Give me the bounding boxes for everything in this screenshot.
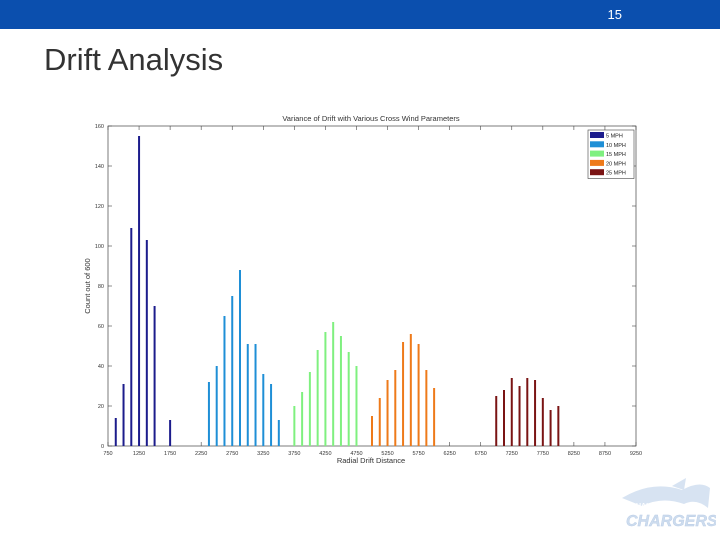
bar-series-2 [207,382,210,446]
x-tick-label: 4750 [350,451,362,457]
bar-series-3 [355,366,358,446]
bar-series-2 [246,344,249,446]
y-tick-label: 20 [98,404,104,410]
legend-swatch [590,141,604,148]
bar-series-3 [347,352,350,446]
bar-series-3 [324,332,327,446]
legend-swatch [590,169,604,176]
x-tick-label: 2750 [226,451,238,457]
x-tick-label: 5250 [381,451,393,457]
bar-series-2 [223,316,226,446]
drift-chart: Variance of Drift with Various Cross Win… [83,114,642,465]
bar-series-2 [215,366,218,446]
legend-label: 25 MPH [606,171,626,177]
x-tick-label: 2250 [195,451,207,457]
bar-series-5 [549,410,552,446]
bar-series-5 [557,406,560,446]
x-tick-label: 5750 [412,451,424,457]
bar-series-4 [417,344,420,446]
bar-series-5 [534,380,537,446]
x-tick-label: 6250 [444,451,456,457]
x-tick-label: 9250 [630,451,642,457]
x-tick-label: 1250 [133,451,145,457]
y-tick-label: 60 [98,324,104,330]
bar-series-4 [378,398,381,446]
bar-series-4 [425,370,428,446]
y-tick-label: 80 [98,284,104,290]
x-tick-label: 6750 [475,451,487,457]
bar-series-5 [526,378,529,446]
bar-series-3 [293,406,296,446]
bar-series-5 [510,378,513,446]
y-tick-label: 140 [95,164,104,170]
x-tick-label: 8750 [599,451,611,457]
bar-series-5 [541,398,544,446]
x-tick-label: 1750 [164,451,176,457]
bar-series-1 [138,136,141,446]
legend-label: 5 MPH [606,134,623,140]
bar-series-1 [122,384,125,446]
chargers-logo: UAH CHARGERS [622,478,716,530]
bar-series-3 [308,372,311,446]
bar-series-1 [145,240,148,446]
bar-series-4 [394,370,397,446]
x-tick-label: 3250 [257,451,269,457]
x-tick-label: 4250 [319,451,331,457]
bar-series-5 [495,396,498,446]
x-tick-label: 7750 [537,451,549,457]
bar-series-2 [231,296,234,446]
bar-series-5 [518,386,521,446]
bar-series-2 [239,270,241,446]
legend-swatch [590,150,604,157]
x-tick-label: 3750 [288,451,300,457]
y-tick-label: 160 [95,124,104,130]
x-tick-label: 7250 [506,451,518,457]
legend-swatch [590,159,604,166]
x-tick-label: 750 [103,451,112,457]
y-tick-label: 0 [101,444,104,450]
bar-series-4 [371,416,373,446]
bar-series-4 [402,342,405,446]
legend-label: 20 MPH [606,161,626,167]
bar-series-1 [130,228,133,446]
bar-series-4 [386,380,389,446]
bar-series-3 [316,350,319,446]
y-tick-label: 120 [95,204,104,210]
bar-series-3 [332,322,335,446]
legend-label: 15 MPH [606,152,626,158]
bar-series-3 [301,392,304,446]
bar-series-1 [153,306,156,446]
y-axis-label: Count out of 600 [83,258,92,313]
x-tick-label: 8250 [568,451,580,457]
y-tick-label: 100 [95,244,104,250]
chart-title: Variance of Drift with Various Cross Win… [282,114,460,123]
legend-swatch [590,132,604,138]
bar-series-2 [270,384,273,446]
bar-series-2 [262,374,265,446]
legend-label: 10 MPH [606,143,626,149]
y-tick-label: 40 [98,364,104,370]
bar-series-4 [433,388,436,446]
logo-wordmark: CHARGERS [626,513,716,530]
logo-small-text: UAH [636,503,651,510]
bar-series-3 [339,336,342,446]
bar-series-2 [254,344,257,446]
bar-series-1 [114,418,117,446]
plot-frame [107,125,637,447]
bar-series-5 [503,390,505,446]
bar-series-1 [169,420,172,446]
bar-series-2 [277,420,280,446]
bar-series-4 [409,334,412,446]
x-axis-label: Radial Drift Distance [337,456,405,465]
